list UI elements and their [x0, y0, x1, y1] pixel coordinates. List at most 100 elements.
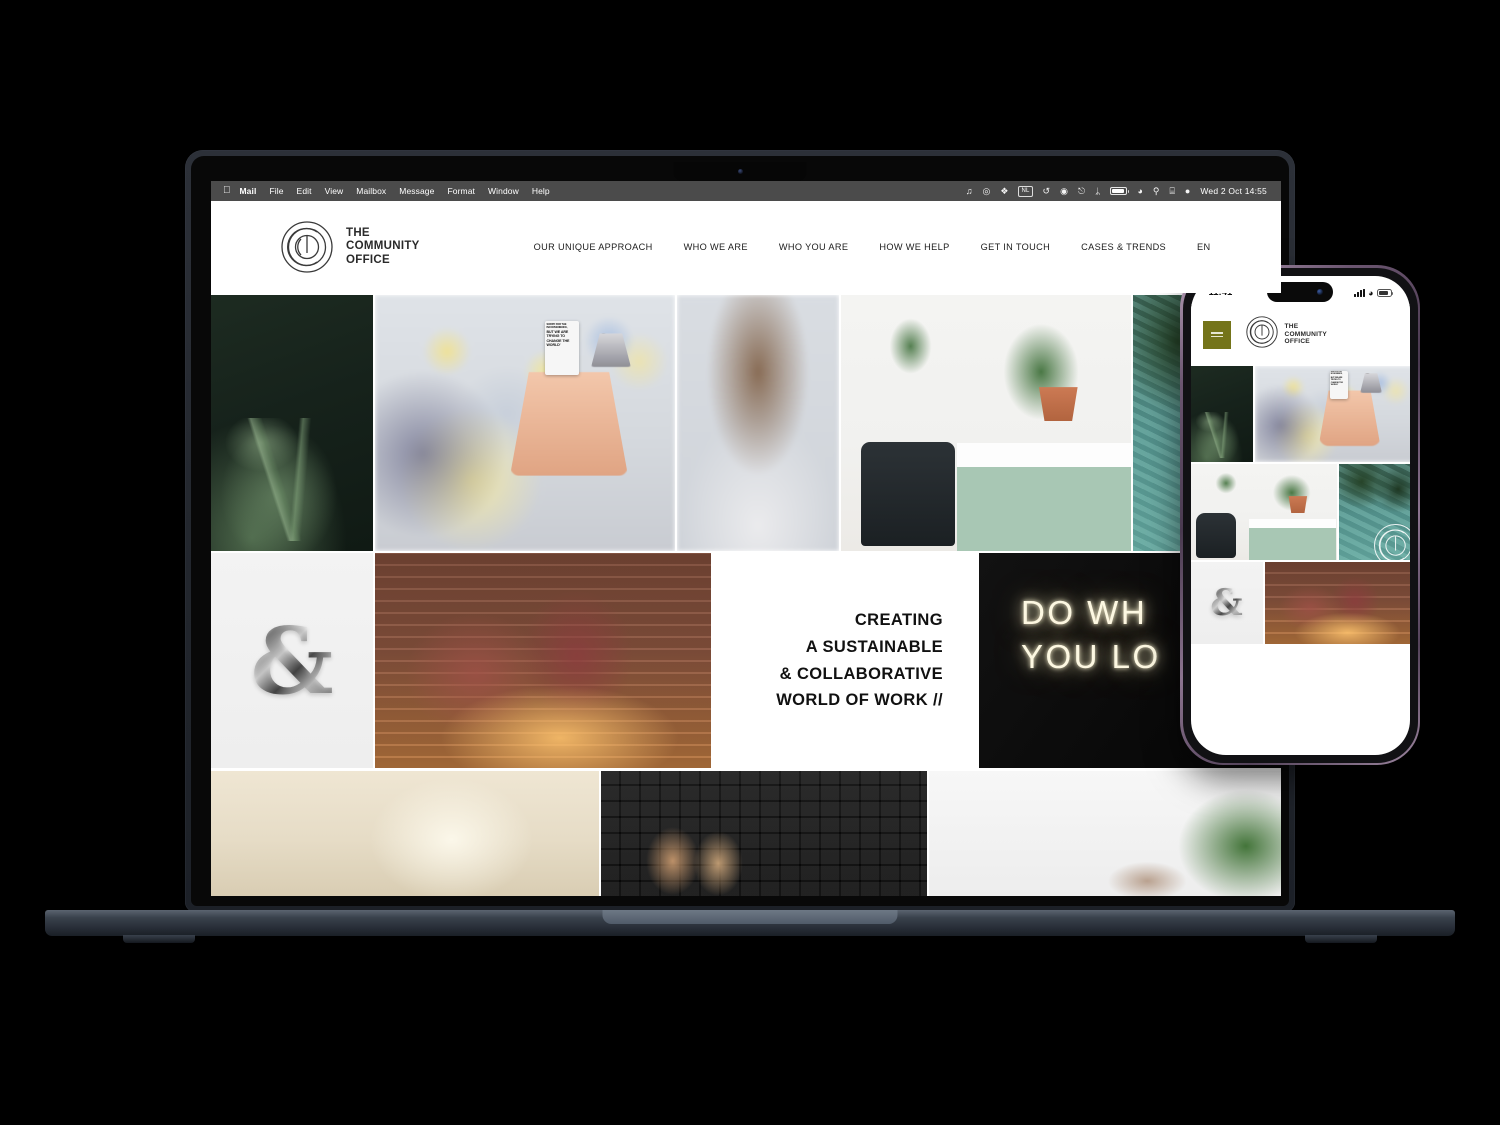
menu-item-window[interactable]: Window: [488, 186, 519, 196]
iphone-screen: 11:41 ◕: [1190, 275, 1410, 755]
webcam-icon: [737, 169, 743, 174]
tile-workshop[interactable]: SORRY FOR THE INCONVENIENCE, BUT WE ARE …: [1254, 365, 1410, 462]
lamp-quote-body: BUT WE ARE TRYING TO CHANGE THE WORLD': [1330, 376, 1343, 387]
hamburger-menu-button[interactable]: [1202, 320, 1231, 349]
macbook-base-body: [45, 910, 1455, 936]
laptop-screen:  Mail File Edit View Mailbox Message Fo…: [211, 181, 1281, 896]
tile-person-right[interactable]: [677, 295, 839, 551]
tagline-line-2: A SUSTAINABLE: [805, 637, 943, 656]
iphone-band: 11:41 ◕: [1182, 267, 1418, 763]
community-office-watermark-icon: [1373, 524, 1410, 560]
neon-sign-text: DO WH YOU LO: [1021, 591, 1161, 678]
hamburger-bar-1: [1210, 331, 1223, 334]
tile-office-desk[interactable]: [841, 295, 1131, 551]
menu-item-help[interactable]: Help: [532, 186, 550, 196]
bluetooth-icon[interactable]: ᛦ: [1095, 186, 1100, 196]
menu-item-mail[interactable]: Mail: [240, 186, 257, 196]
tile-tagline: CREATING A SUSTAINABLE & COLLABORATIVE W…: [713, 553, 977, 768]
neon-line-1: DO WH: [1021, 594, 1148, 631]
control-center-icon[interactable]: ⌸: [1170, 186, 1175, 196]
tile-green-leaf[interactable]: [211, 295, 373, 551]
tile-workshop[interactable]: SORRY FOR THE INCONVENIENCE, BUT WE ARE …: [375, 295, 675, 551]
menu-item-message[interactable]: Message: [399, 186, 434, 196]
menu-item-mailbox[interactable]: Mailbox: [356, 186, 386, 196]
macbook-foot-right: [1305, 935, 1377, 943]
nav-item-get-in-touch[interactable]: GET IN TOUCH: [981, 236, 1051, 258]
menu-item-edit[interactable]: Edit: [297, 186, 312, 196]
tile-foliage[interactable]: [1338, 463, 1410, 560]
menu-item-file[interactable]: File: [269, 186, 283, 196]
time-machine-icon[interactable]: ↺: [1043, 186, 1051, 196]
pendant-lamp-shade: [1318, 390, 1381, 447]
lamp-quote-label: SORRY FOR THE INCONVENIENCE, BUT WE ARE …: [544, 320, 579, 375]
battery-icon: [1376, 288, 1393, 297]
iphone-brand-text: THE COMMUNITY OFFICE: [1285, 323, 1327, 347]
iphone-brand-line-2: COMMUNITY: [1284, 330, 1327, 338]
iphone-device: 11:41 ◕: [1180, 265, 1420, 765]
tile-glass-room[interactable]: [211, 771, 599, 896]
mic-muted-icon[interactable]: ⎋: [1078, 186, 1085, 196]
wifi-icon: ◕: [1368, 287, 1374, 298]
nav-item-how-we-help[interactable]: HOW WE HELP: [879, 236, 949, 258]
community-office-logo-icon: [1245, 315, 1279, 354]
community-office-logo-icon: [279, 219, 335, 275]
laptop-bezel:  Mail File Edit View Mailbox Message Fo…: [191, 156, 1289, 906]
tagline-line-3: & COLLABORATIVE: [779, 664, 943, 683]
shazam-icon[interactable]: ♫: [966, 186, 973, 196]
now-playing-icon[interactable]: ◉: [1060, 186, 1068, 196]
tile-ampersand[interactable]: &: [1190, 561, 1263, 644]
macbook-base-lip: [602, 910, 898, 924]
macbook-base: [45, 910, 1455, 950]
brand-line-3: OFFICE: [346, 253, 390, 266]
lamp-quote-body: BUT WE ARE TRYING TO CHANGE THE WORLD': [546, 329, 570, 348]
nav-item-our-unique-approach[interactable]: OUR UNIQUE APPROACH: [534, 236, 653, 258]
menubar-clock[interactable]: Wed 2 Oct 14:55: [1200, 186, 1267, 196]
site-header: THE COMMUNITY OFFICE OUR UNIQUE APPROACH…: [211, 201, 1281, 293]
nav-item-cases-and-trends[interactable]: CASES & TRENDS: [1081, 236, 1166, 258]
apple-icon[interactable]: : [223, 186, 231, 196]
office-desk-surface: [957, 443, 1131, 551]
tagline-block: CREATING A SUSTAINABLE & COLLABORATIVE W…: [713, 553, 977, 768]
main-navigation: OUR UNIQUE APPROACH WHO WE ARE WHO YOU A…: [534, 236, 1211, 258]
spotlight-search-icon[interactable]: ⚲: [1153, 186, 1160, 196]
pendant-lamp-shade: [510, 371, 628, 476]
tagline-line-4: WORLD OF WORK //: [776, 691, 943, 710]
iphone-brand-line-1: THE: [1284, 322, 1299, 330]
tile-portraits[interactable]: [601, 771, 927, 896]
photo-grid: SORRY FOR THE INCONVENIENCE, BUT WE ARE …: [211, 293, 1281, 896]
ampersand-balloon: &: [250, 606, 334, 715]
nav-item-language-en[interactable]: EN: [1197, 236, 1210, 258]
dropbox-icon[interactable]: ❖: [1000, 186, 1008, 196]
mockup-stage:  Mail File Edit View Mailbox Message Fo…: [0, 0, 1500, 1125]
brand-line-1: THE: [346, 226, 370, 239]
iphone-status-icons: ◕: [1354, 287, 1393, 298]
iphone-frame: 11:41 ◕: [1180, 265, 1420, 765]
input-language-icon[interactable]: NL: [1018, 185, 1033, 197]
hamburger-bar-2: [1210, 335, 1223, 338]
laptop-notch: [673, 162, 807, 181]
office-desk-surface: [1248, 519, 1337, 560]
site-logo[interactable]: THE COMMUNITY OFFICE: [279, 219, 420, 275]
macbook-device:  Mail File Edit View Mailbox Message Fo…: [185, 150, 1295, 915]
menu-item-format[interactable]: Format: [447, 186, 475, 196]
iphone-photo-grid: SORRY FOR THE INCONVENIENCE, BUT WE ARE …: [1190, 365, 1410, 644]
battery-icon[interactable]: [1110, 187, 1130, 195]
ampersand-balloon: &: [1210, 581, 1243, 624]
menu-item-view[interactable]: View: [325, 186, 344, 196]
iphone-site-logo[interactable]: THE COMMUNITY OFFICE: [1245, 315, 1327, 354]
recording-indicator-icon[interactable]: ◎: [983, 186, 991, 196]
nav-item-who-we-are[interactable]: WHO WE ARE: [684, 236, 748, 258]
macos-menubar[interactable]:  Mail File Edit View Mailbox Message Fo…: [211, 181, 1281, 201]
tile-brick-meeting[interactable]: [375, 553, 711, 768]
siri-icon[interactable]: ●: [1185, 186, 1190, 196]
tile-brick-meeting[interactable]: [1264, 561, 1410, 644]
tile-office-desk[interactable]: [1190, 463, 1337, 560]
tile-white-plant[interactable]: [929, 771, 1281, 896]
iphone-brand-line-3: OFFICE: [1284, 338, 1310, 346]
cellular-bars-icon: [1354, 288, 1366, 297]
site-logo-text: THE COMMUNITY OFFICE: [346, 227, 420, 268]
wifi-icon[interactable]: ◕: [1137, 186, 1142, 196]
nav-item-who-you-are[interactable]: WHO YOU ARE: [779, 236, 849, 258]
tile-ampersand[interactable]: &: [211, 553, 373, 768]
tile-green-leaf[interactable]: [1190, 365, 1253, 462]
